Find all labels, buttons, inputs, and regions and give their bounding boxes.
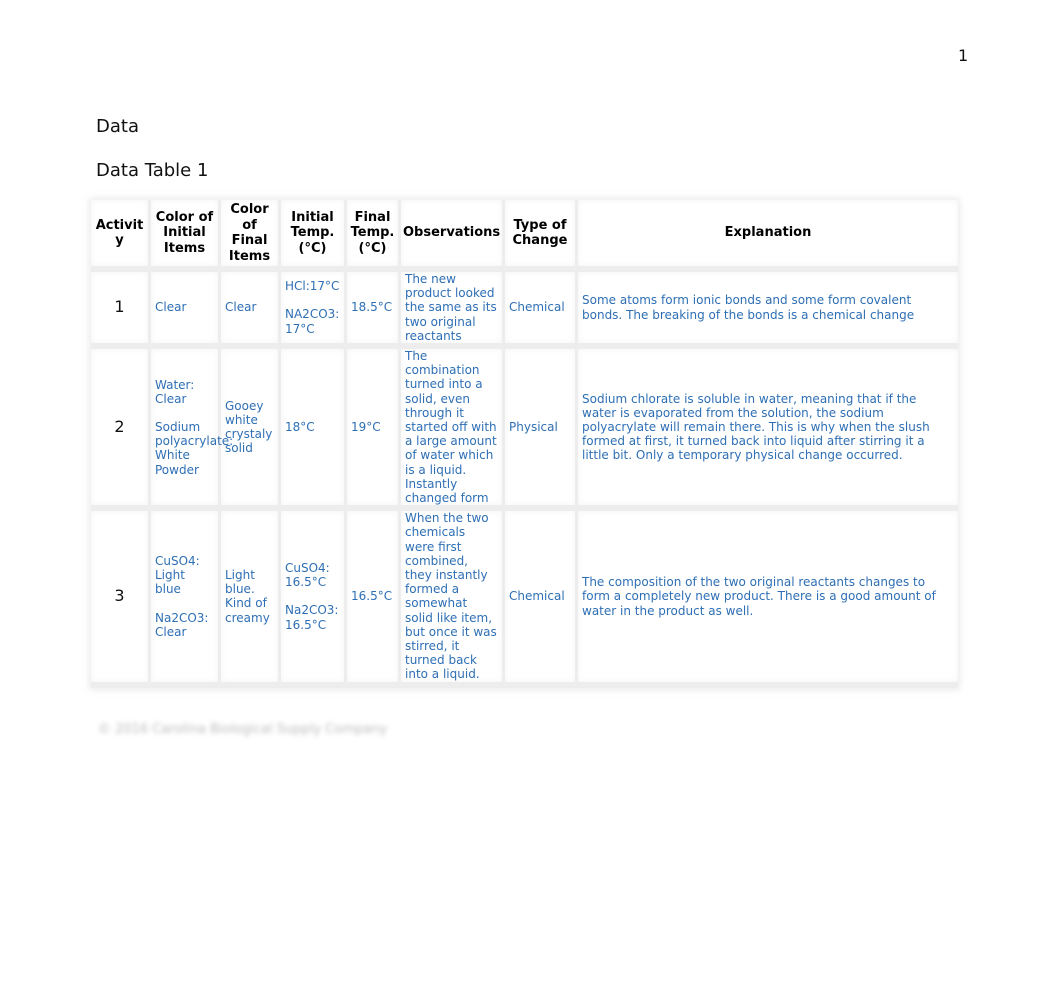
cell-activity: 2 (91, 349, 151, 512)
table-header-row: Activit y Color of Initial Items Color o… (91, 200, 958, 272)
cell-line: NA2CO3: 17°C (285, 307, 340, 336)
footer-note-blurred: © 2016 Carolina Biological Supply Compan… (98, 722, 388, 737)
cell-activity: 3 (91, 511, 151, 688)
section-heading: Data (96, 116, 139, 137)
cell-initial-temp: 18°C (281, 349, 347, 512)
cell-type-of-change: Physical (505, 349, 578, 512)
cell-line: Na2CO3: 16.5°C (285, 603, 339, 632)
cell-type-of-change: Chemical (505, 511, 578, 688)
cell-color-final: Clear (221, 272, 281, 350)
table-row: 2 Water: Clear Sodium polyacrylate: Whit… (91, 349, 958, 512)
cell-explanation: Sodium chlorate is soluble in water, mea… (578, 349, 958, 512)
cell-line: Na2CO3: Clear (155, 610, 209, 639)
cell-line: CuSO4: Light blue (155, 553, 200, 597)
header-initial-temp: Initial Temp. (°C) (281, 200, 347, 272)
header-explanation: Explanation (578, 200, 958, 272)
cell-color-initial: CuSO4: Light blue Na2CO3: Clear (151, 511, 221, 688)
cell-line: Clear (155, 300, 187, 315)
cell-line: CuSO4: 16.5°C (285, 561, 330, 590)
cell-final-temp: 16.5°C (347, 511, 401, 688)
cell-observations: The new product looked the same as its t… (401, 272, 505, 350)
cell-line: Water: Clear (155, 377, 195, 406)
cell-color-final: Gooey white crystaly solid (221, 349, 281, 512)
header-final-temp: Final Temp. (°C) (347, 200, 401, 272)
cell-explanation: Some atoms form ionic bonds and some for… (578, 272, 958, 350)
header-color-initial: Color of Initial Items (151, 200, 221, 272)
header-color-final: Color of Final Items (221, 200, 281, 272)
table-title: Data Table 1 (96, 160, 209, 181)
data-table: Activit y Color of Initial Items Color o… (91, 200, 958, 688)
cell-observations: The combination turned into a solid, eve… (401, 349, 505, 512)
data-table-container: Activit y Color of Initial Items Color o… (91, 200, 958, 688)
cell-line: 18°C (285, 420, 315, 435)
cell-type-of-change: Chemical (505, 272, 578, 350)
cell-observations: When the two chemicals were first combin… (401, 511, 505, 688)
cell-activity: 1 (91, 272, 151, 350)
cell-final-temp: 19°C (347, 349, 401, 512)
table-row: 1 Clear Clear HCl:17°C NA2CO3: 17°C 18.5… (91, 272, 958, 350)
cell-final-temp: 18.5°C (347, 272, 401, 350)
cell-color-final: Light blue. Kind of creamy (221, 511, 281, 688)
table-row: 3 CuSO4: Light blue Na2CO3: Clear Light … (91, 511, 958, 688)
cell-color-initial: Clear (151, 272, 221, 350)
cell-color-initial: Water: Clear Sodium polyacrylate: White … (151, 349, 233, 512)
header-type-of-change: Type of Change (505, 200, 578, 272)
cell-explanation: The composition of the two original reac… (578, 511, 958, 688)
cell-line: HCl:17°C (285, 279, 340, 294)
header-observations: Observations (401, 200, 505, 272)
header-activity: Activit y (91, 200, 151, 272)
page-number: 1 (958, 46, 969, 65)
cell-initial-temp: CuSO4: 16.5°C Na2CO3: 16.5°C (281, 511, 347, 688)
cell-initial-temp: HCl:17°C NA2CO3: 17°C (281, 272, 347, 350)
